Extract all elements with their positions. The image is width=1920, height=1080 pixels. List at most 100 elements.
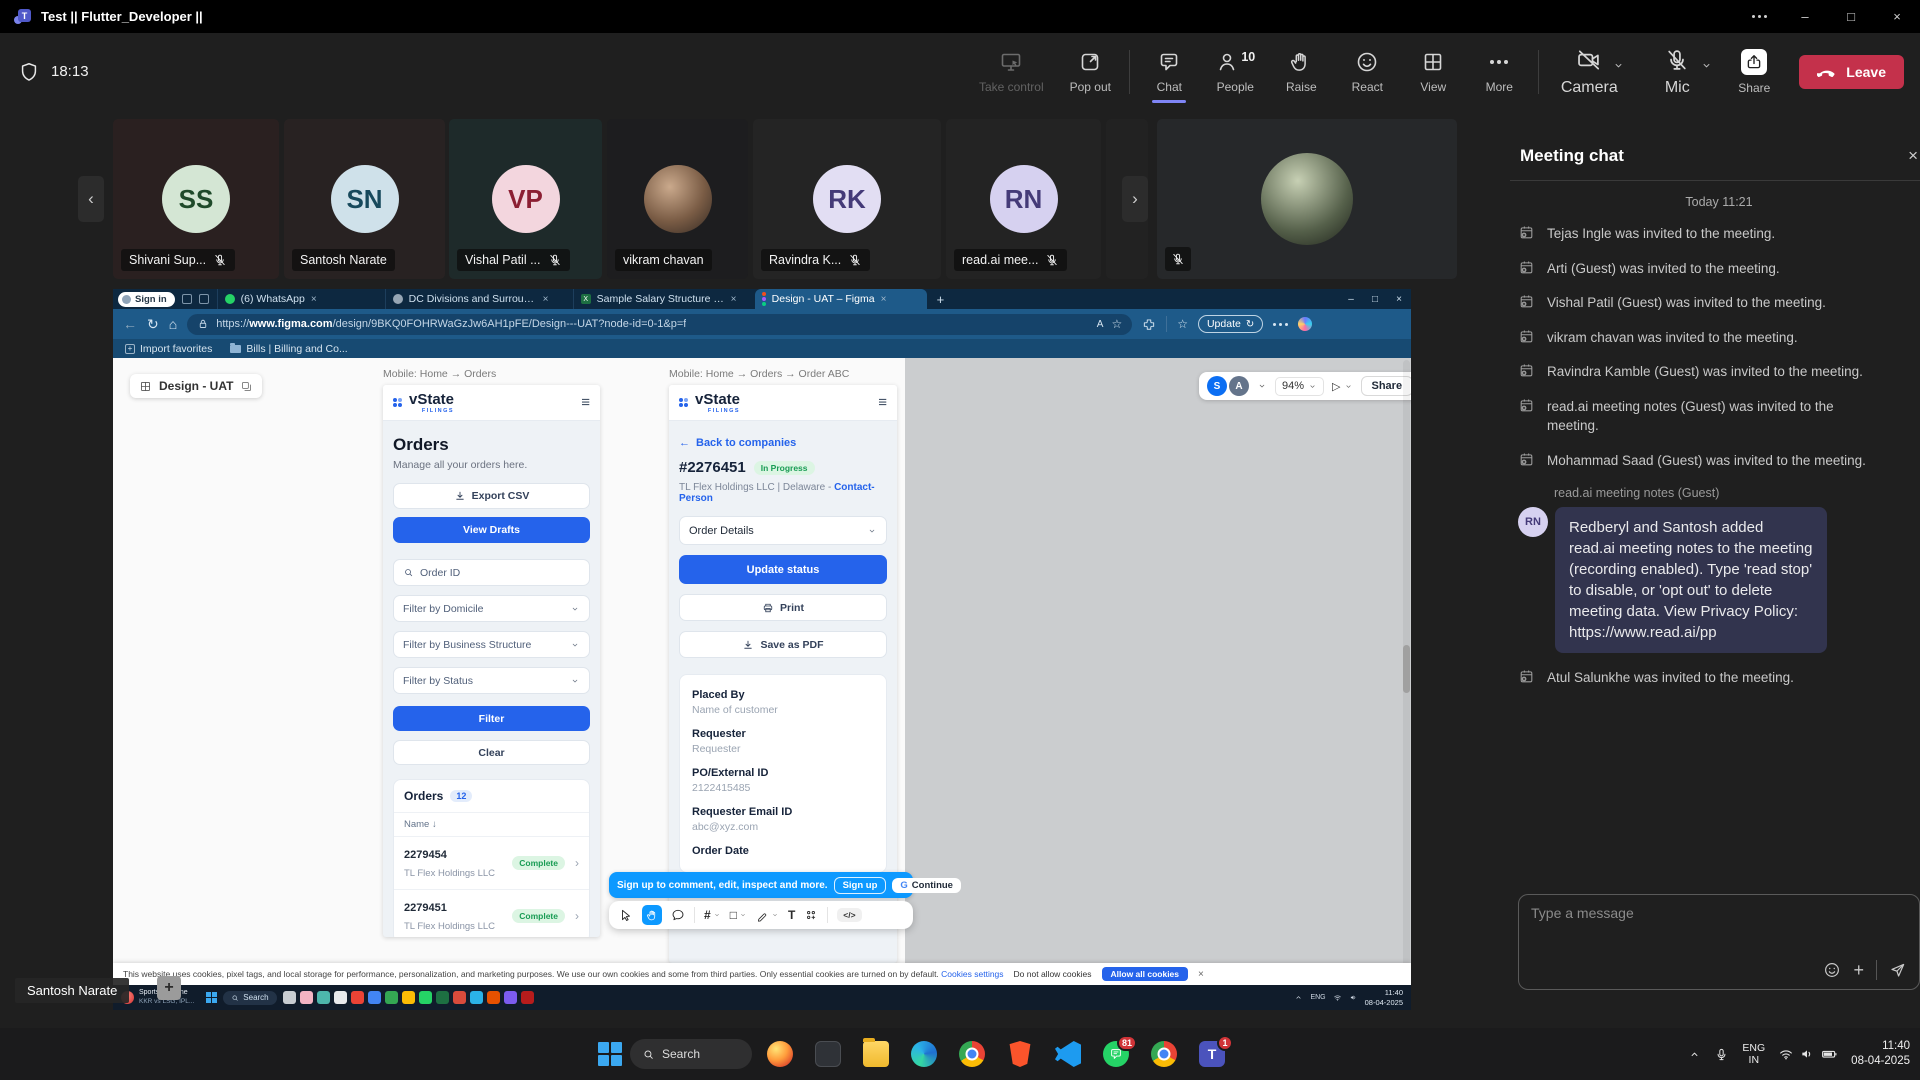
people-button[interactable]: 10 People xyxy=(1202,33,1268,110)
taskbar-app[interactable] xyxy=(808,1034,848,1074)
maximize-button[interactable]: □ xyxy=(1828,0,1874,33)
pen-tool[interactable] xyxy=(756,909,779,922)
view-button[interactable]: View xyxy=(1400,33,1466,110)
language-indicator[interactable]: ENGIN xyxy=(1742,1042,1765,1066)
start-button[interactable] xyxy=(598,1042,622,1066)
browser-tab[interactable]: DC Divisions and Surroundings× xyxy=(385,289,573,309)
column-header[interactable]: Name ↓ xyxy=(394,813,589,837)
favorite-star-icon[interactable]: ☆ xyxy=(1111,317,1122,331)
browser-tab[interactable]: X Sample Salary Structure with calc× xyxy=(573,289,755,309)
refresh-icon[interactable]: ↻ xyxy=(147,316,159,333)
filter-status-select[interactable]: Filter by Status xyxy=(393,667,590,694)
collaborator-avatar[interactable]: A xyxy=(1229,376,1249,396)
more-button[interactable]: More xyxy=(1466,33,1532,110)
browser-minimize-button[interactable]: – xyxy=(1339,289,1363,309)
order-id-search-input[interactable]: Order ID xyxy=(393,559,590,586)
browser-update-button[interactable]: Update↻ xyxy=(1198,315,1263,333)
leave-button[interactable]: Leave xyxy=(1799,55,1904,89)
cookie-close-icon[interactable]: × xyxy=(1198,969,1204,980)
address-bar[interactable]: https://www.figma.com/design/9BKQ0FOHRWa… xyxy=(187,314,1132,335)
prototype-play-button[interactable]: ▷ xyxy=(1332,380,1352,393)
shared-system-tray[interactable]: ENG 11:4008-04-2025 xyxy=(1294,988,1403,1008)
share-button[interactable]: Share xyxy=(1721,33,1787,110)
participant-tile[interactable]: RN read.ai mee... xyxy=(946,119,1101,279)
shared-taskbar-apps[interactable] xyxy=(283,991,534,1004)
clear-button[interactable]: Clear xyxy=(393,740,590,765)
back-to-companies-link[interactable]: ←Back to companies xyxy=(679,437,887,449)
view-drafts-button[interactable]: View Drafts xyxy=(393,517,590,543)
minimize-button[interactable]: – xyxy=(1782,0,1828,33)
network-volume-battery[interactable] xyxy=(1778,1045,1838,1063)
scrollbar-thumb[interactable] xyxy=(1403,645,1410,693)
taskbar-app-vscode[interactable] xyxy=(1048,1034,1088,1074)
mic-button[interactable]: Mic xyxy=(1633,33,1721,110)
frame-label[interactable]: Mobile: Home → Orders xyxy=(383,368,496,380)
extensions-icon[interactable] xyxy=(1142,317,1156,331)
filter-button[interactable]: Filter xyxy=(393,706,590,731)
attach-plus-icon[interactable]: + xyxy=(1853,961,1864,979)
favorites-item[interactable]: +Import favorites xyxy=(125,343,212,355)
camera-options-chevron-icon[interactable] xyxy=(1612,59,1625,72)
cookie-settings-link[interactable]: Cookies settings xyxy=(941,969,1003,979)
order-details-select[interactable]: Order Details xyxy=(679,516,887,545)
workspaces-icon[interactable] xyxy=(182,294,192,304)
text-tool[interactable]: T xyxy=(788,908,795,922)
taskbar-app-brave[interactable] xyxy=(1000,1034,1040,1074)
taskbar-app-file-explorer[interactable] xyxy=(856,1034,896,1074)
close-tab-icon[interactable]: × xyxy=(731,294,737,305)
zoom-level-control[interactable]: 94% xyxy=(1275,377,1324,396)
read-aloud-icon[interactable]: A xyxy=(1097,319,1104,330)
save-as-pdf-button[interactable]: Save as PDF xyxy=(679,631,887,658)
hamburger-menu-icon[interactable]: ≡ xyxy=(581,394,590,411)
chat-message[interactable]: RN Redberyl and Santosh added read.ai me… xyxy=(1518,507,1920,653)
scroll-participants-left-button[interactable]: ‹ xyxy=(78,176,104,222)
deny-cookies-button[interactable]: Do not allow cookies xyxy=(1014,969,1092,979)
titlebar-more-icon[interactable] xyxy=(1736,0,1782,33)
react-button[interactable]: React xyxy=(1334,33,1400,110)
allow-cookies-button[interactable]: Allow all cookies xyxy=(1102,967,1189,981)
participant-tile[interactable]: vikram chavan xyxy=(607,119,748,279)
browser-maximize-button[interactable]: □ xyxy=(1363,289,1387,309)
duplicate-icon[interactable] xyxy=(240,380,253,393)
move-tool[interactable] xyxy=(619,908,633,922)
browser-tab[interactable]: (6) WhatsApp× xyxy=(217,289,385,309)
favorites-list-icon[interactable]: ☆ xyxy=(1177,317,1188,331)
participant-tile[interactable]: RK Ravindra K... xyxy=(753,119,941,279)
hidden-icons-chevron[interactable] xyxy=(1688,1048,1701,1061)
close-button[interactable]: × xyxy=(1874,0,1920,33)
update-status-button[interactable]: Update status xyxy=(679,555,887,584)
chat-message-list[interactable]: Today 11:21 Tejas Ingle was invited to t… xyxy=(1518,181,1920,894)
export-csv-button[interactable]: Export CSV xyxy=(393,483,590,509)
participant-tile[interactable]: VP Vishal Patil ... xyxy=(449,119,602,279)
collaborator-avatar[interactable]: S xyxy=(1207,376,1227,396)
camera-button[interactable]: Camera xyxy=(1545,33,1633,110)
mic-options-chevron-icon[interactable] xyxy=(1700,59,1713,72)
order-row[interactable]: 2279451TL Flex Holdings LLC Complete › xyxy=(394,890,589,937)
shared-start-button[interactable] xyxy=(206,992,217,1003)
add-overlay-button[interactable]: + xyxy=(157,976,181,1000)
favorites-folder[interactable]: Bills | Billing and Co... xyxy=(230,343,347,355)
taskbar-app-whatsapp[interactable]: 81 xyxy=(1096,1034,1136,1074)
participant-tile[interactable]: SN Santosh Narate xyxy=(284,119,445,279)
copilot-icon[interactable] xyxy=(1298,317,1312,331)
frame-tool[interactable]: # xyxy=(704,908,721,922)
comment-tool[interactable] xyxy=(671,908,685,922)
participant-tile[interactable]: SS Shivani Sup... xyxy=(113,119,279,279)
chat-button[interactable]: Chat xyxy=(1136,33,1202,110)
filter-structure-select[interactable]: Filter by Business Structure xyxy=(393,631,590,658)
hamburger-menu-icon[interactable]: ≡ xyxy=(878,394,887,411)
close-tab-icon[interactable]: × xyxy=(543,294,549,305)
taskbar-app-chrome[interactable] xyxy=(952,1034,992,1074)
scroll-participants-right-button[interactable]: › xyxy=(1122,176,1148,222)
tray-mic-icon[interactable] xyxy=(1714,1047,1729,1062)
new-tab-button[interactable]: + xyxy=(937,292,945,307)
home-icon[interactable]: ⌂ xyxy=(169,316,177,332)
browser-close-button[interactable]: × xyxy=(1387,289,1411,309)
tab-actions-icon[interactable] xyxy=(199,294,209,304)
chat-message-input[interactable] xyxy=(1531,905,1907,921)
taskbar-app-firefox[interactable] xyxy=(760,1034,800,1074)
raise-hand-button[interactable]: Raise xyxy=(1268,33,1334,110)
dev-mode-toggle[interactable]: </> xyxy=(837,908,861,922)
components-tool[interactable] xyxy=(804,908,818,922)
chat-input-box[interactable]: + xyxy=(1518,894,1920,990)
